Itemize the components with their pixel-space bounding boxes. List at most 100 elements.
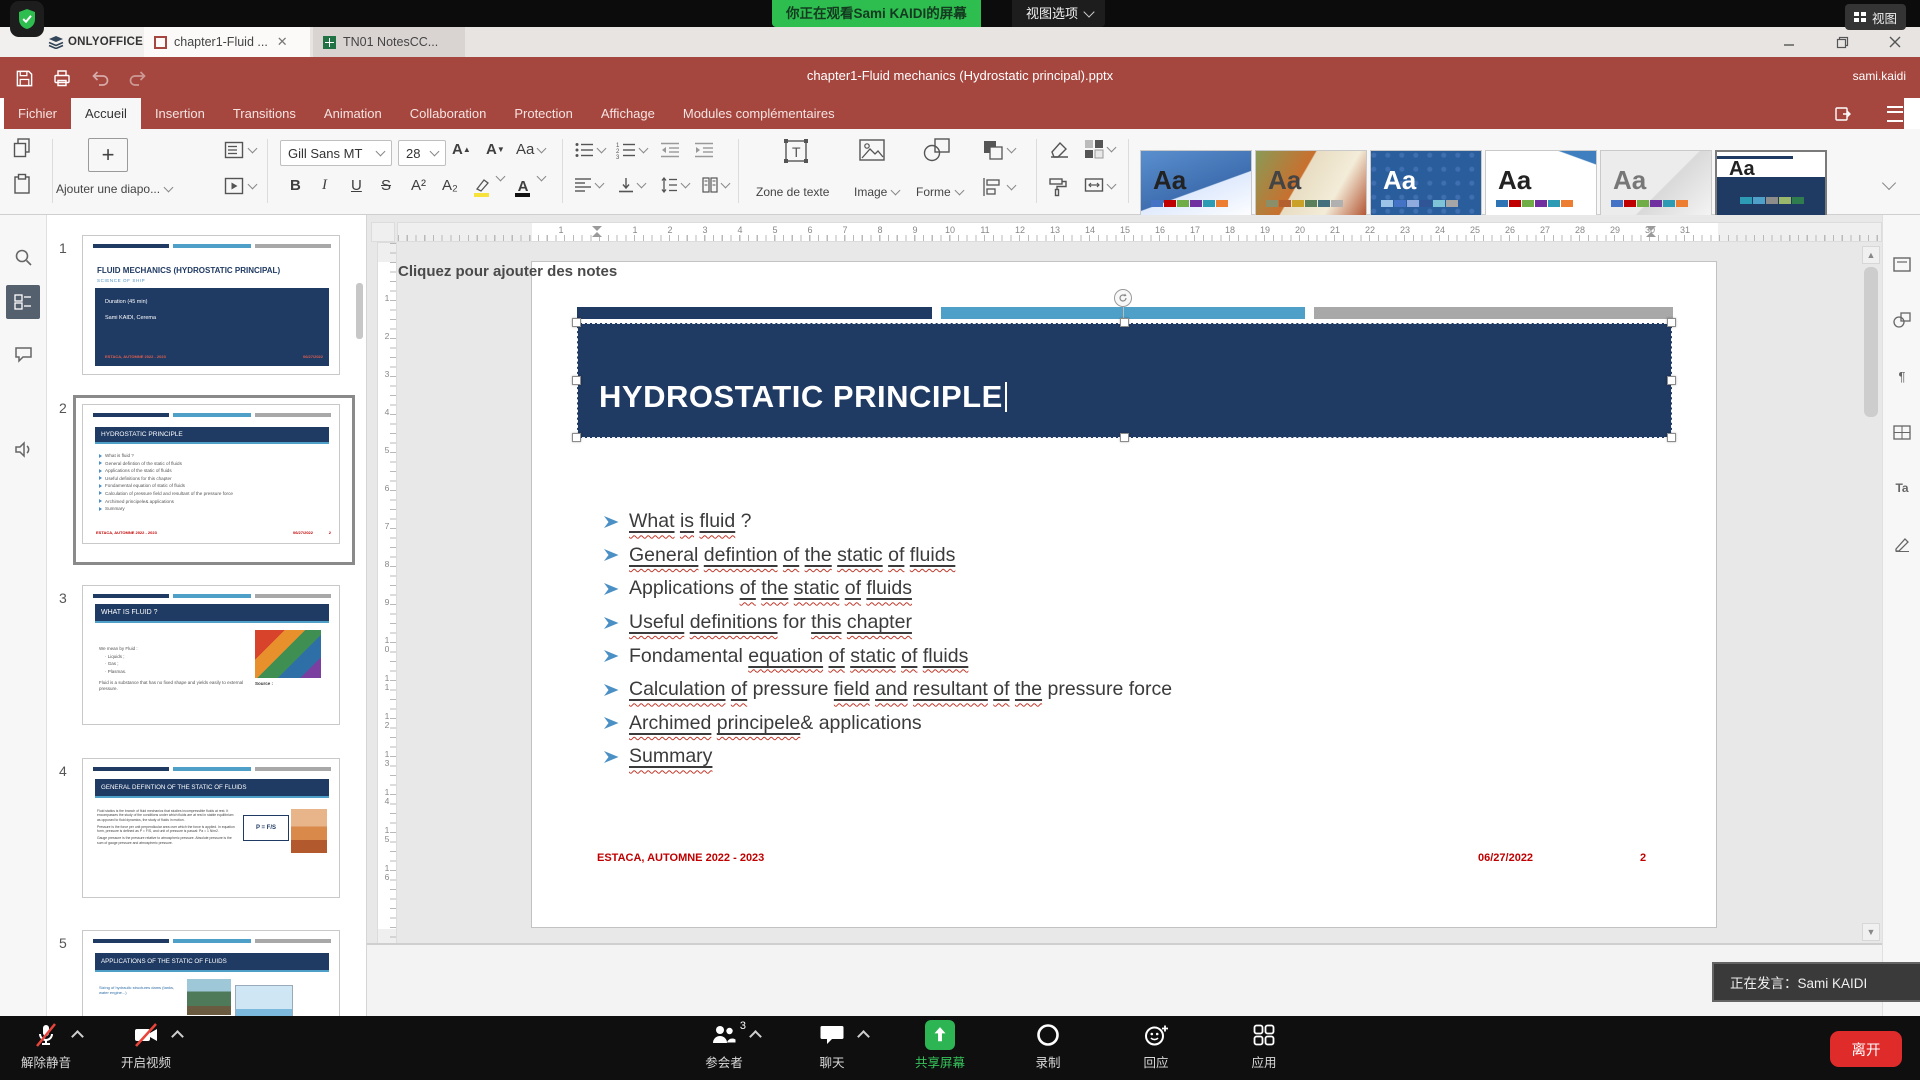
slide-thumbnail-3[interactable]: WHAT IS FLUID ? We mean by Fluid : · Liq… <box>82 585 340 725</box>
theme-blue-wave[interactable]: Aa <box>1140 150 1252 220</box>
chevron-up-icon[interactable] <box>71 1030 84 1043</box>
theme-gray-shapes[interactable]: Aa <box>1600 150 1712 220</box>
window-minimize-button[interactable] <box>1774 30 1804 54</box>
indent-marker[interactable] <box>592 226 602 240</box>
menu-insertion[interactable]: Insertion <box>141 98 219 129</box>
color-scheme-button[interactable] <box>1084 139 1115 159</box>
rotate-handle[interactable] <box>1114 289 1132 307</box>
notes-area[interactable] <box>367 945 1882 1016</box>
underline-button[interactable]: U <box>351 177 362 194</box>
insert-image-label[interactable]: Image <box>854 185 899 199</box>
slide-thumbnail-2[interactable]: HYDROSTATIC PRINCIPLE What is fluid ?Gen… <box>82 404 340 544</box>
font-color-dropdown[interactable] <box>538 176 545 180</box>
zoom-participants-button[interactable]: 3参会者 <box>692 1020 756 1071</box>
insert-shape-button[interactable] <box>922 137 952 163</box>
start-slideshow-button[interactable] <box>224 177 256 195</box>
decrease-indent-button[interactable] <box>660 141 680 159</box>
font-color-button[interactable]: A <box>512 173 534 199</box>
theme-navy-current[interactable]: Aa <box>1715 150 1827 220</box>
signature-settings-button[interactable] <box>1891 533 1913 555</box>
resize-handle-e[interactable] <box>1667 376 1676 385</box>
insert-image-button[interactable] <box>858 137 886 163</box>
view-options-button[interactable]: 视图选项 <box>1012 0 1105 27</box>
zoom-cam-off-button[interactable]: 开启视频 <box>114 1020 178 1071</box>
notes-placeholder[interactable]: Cliquez pour ajouter des notes <box>398 263 617 280</box>
theme-blue-dots[interactable]: Aa <box>1370 150 1482 220</box>
numbered-list-button[interactable]: 123 <box>616 141 647 159</box>
superscript-button[interactable]: A² <box>411 177 426 194</box>
slide-bullet-item[interactable]: Calculation of pressure field and result… <box>603 673 1172 707</box>
resize-handle-se[interactable] <box>1667 433 1676 442</box>
decrease-font-button[interactable]: A▼ <box>486 141 505 158</box>
zoom-mic-off-button[interactable]: 解除静音 <box>14 1020 78 1071</box>
vertical-ruler[interactable]: 12345678910111213141516 <box>377 242 397 945</box>
zoom-share-button[interactable]: 共享屏幕 <box>908 1020 972 1071</box>
subscript-button[interactable]: A₂ <box>442 177 458 194</box>
menu-fichier[interactable]: Fichier <box>4 98 71 129</box>
menu-accueil[interactable]: Accueil <box>71 98 141 129</box>
menu-animation[interactable]: Animation <box>310 98 396 129</box>
resize-handle-n[interactable] <box>1120 318 1129 327</box>
search-button[interactable] <box>11 245 35 269</box>
paragraph-settings-button[interactable]: ¶ <box>1891 365 1913 387</box>
shape-settings-button[interactable] <box>1891 309 1913 331</box>
theme-blue-corner[interactable]: Aa <box>1485 150 1597 220</box>
resize-handle-w[interactable] <box>572 376 581 385</box>
close-icon[interactable]: ✕ <box>277 34 288 50</box>
slide-thumbnail-5[interactable]: APPLICATIONS OF THE STATIC OF FLUIDS Siz… <box>82 930 340 1016</box>
zoom-reactions-button[interactable]: 回应 <box>1124 1020 1188 1071</box>
italic-button[interactable]: I <box>322 177 327 194</box>
slide-bullet-item[interactable]: Applications of the static of fluids <box>603 572 1172 606</box>
right-indent-marker[interactable] <box>1646 226 1656 240</box>
align-shape-button[interactable] <box>982 177 1015 197</box>
slide-bullet-item[interactable]: Fondamental equation of static of fluids <box>603 639 1172 673</box>
resize-handle-ne[interactable] <box>1667 318 1676 327</box>
zoom-record-button[interactable]: 录制 <box>1016 1020 1080 1071</box>
zoom-apps-button[interactable]: 应用 <box>1232 1020 1296 1071</box>
resize-handle-nw[interactable] <box>572 318 581 327</box>
user-name[interactable]: sami.kaidi <box>1853 69 1906 83</box>
menu-modules-compl-mentaires[interactable]: Modules complémentaires <box>669 98 849 129</box>
toolbar-more-themes-button[interactable] <box>1872 151 1906 217</box>
tab-presentation-document[interactable]: chapter1-Fluid ... ✕ <box>144 27 310 57</box>
menu-collaboration[interactable]: Collaboration <box>396 98 501 129</box>
font-name-select[interactable]: Gill Sans MT <box>280 140 392 166</box>
highlight-color-button[interactable] <box>471 173 493 199</box>
vertical-align-button[interactable] <box>618 177 645 193</box>
insert-textbox-label[interactable]: Zone de texte <box>756 185 829 199</box>
chevron-up-icon[interactable] <box>171 1030 184 1043</box>
horizontal-align-button[interactable] <box>574 177 603 193</box>
slide-thumbnail-4[interactable]: GENERAL DEFINTION OF THE STATIC OF FLUID… <box>82 758 340 898</box>
open-file-location-button[interactable] <box>1832 103 1854 125</box>
textart-settings-button[interactable]: Ta <box>1891 477 1913 499</box>
window-close-button[interactable] <box>1880 30 1910 54</box>
paste-button[interactable] <box>12 173 32 195</box>
change-case-button[interactable]: Aa <box>516 141 545 158</box>
slide-bullet-item[interactable]: Summary <box>603 740 1172 774</box>
insert-shape-label[interactable]: Forme <box>916 185 963 199</box>
comments-button[interactable] <box>11 342 35 366</box>
copy-button[interactable] <box>12 137 32 159</box>
chevron-up-icon[interactable] <box>857 1030 870 1043</box>
feedback-button[interactable] <box>11 437 35 461</box>
scroll-up-button[interactable]: ▲ <box>1862 246 1880 264</box>
slides-panel-button[interactable] <box>6 285 40 319</box>
horizontal-ruler[interactable]: 1123456789101112131415161718192021222324… <box>397 222 1882 242</box>
slide-bullet-list[interactable]: What is fluid ?General defintion of the … <box>603 505 1172 774</box>
slide-settings-button[interactable] <box>1891 253 1913 275</box>
highlight-dropdown[interactable] <box>497 176 504 180</box>
slide-layout-button[interactable] <box>224 141 256 159</box>
more-menu-button[interactable] <box>1884 103 1906 125</box>
menu-transitions[interactable]: Transitions <box>219 98 310 129</box>
menu-affichage[interactable]: Affichage <box>587 98 669 129</box>
zoom-chat-button[interactable]: 聊天 <box>800 1020 864 1071</box>
bold-button[interactable]: B <box>290 177 301 194</box>
leave-meeting-button[interactable]: 离开 <box>1830 1031 1902 1067</box>
scroll-down-button[interactable]: ▼ <box>1862 923 1880 941</box>
add-slide-label-button[interactable]: Ajouter une diapo... <box>56 182 172 196</box>
zoom-view-button[interactable]: 视图 <box>1845 4 1906 30</box>
menu-protection[interactable]: Protection <box>500 98 587 129</box>
line-spacing-button[interactable] <box>660 177 689 193</box>
columns-button[interactable] <box>702 177 729 193</box>
window-restore-button[interactable] <box>1827 30 1857 54</box>
